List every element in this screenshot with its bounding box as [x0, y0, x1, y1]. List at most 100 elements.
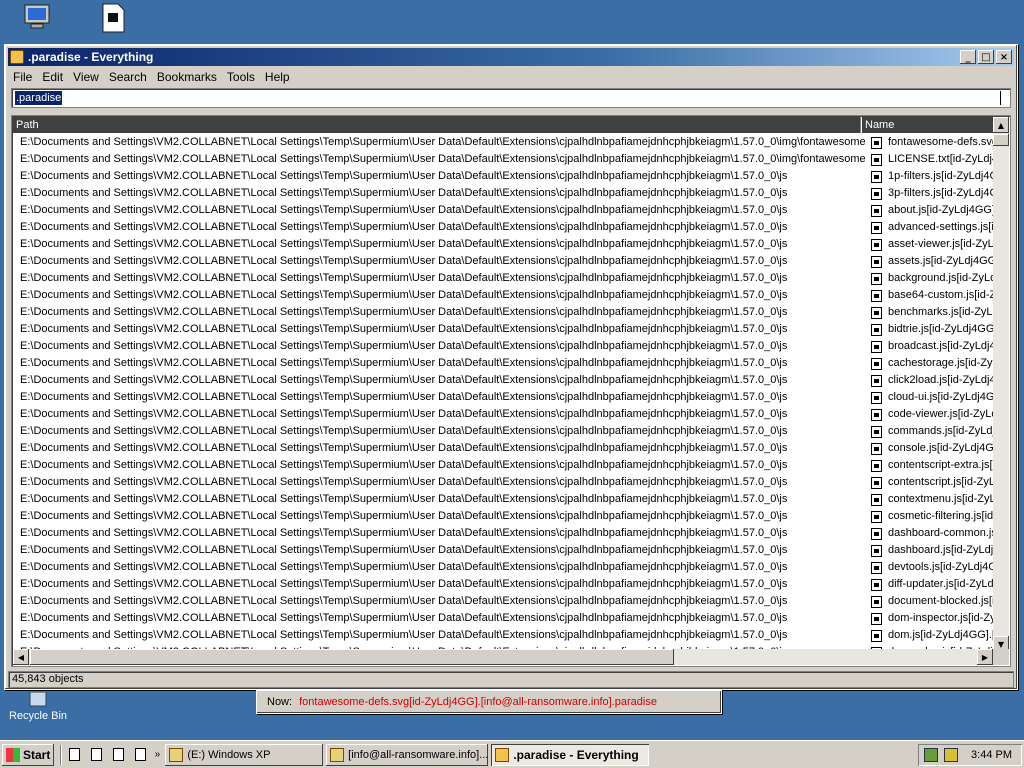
- my-computer-icon: [21, 2, 53, 34]
- quick-launch-document-icon[interactable]: [130, 745, 150, 765]
- table-row[interactable]: E:\Documents and Settings\VM2.COLLABNET\…: [13, 389, 1000, 406]
- row-name: contextmenu.js[id-ZyLdj4: [888, 493, 1000, 505]
- task-label: .paradise - Everything: [513, 747, 639, 762]
- row-name: dom-inspector.js[id-ZyLd: [888, 612, 1000, 624]
- table-row[interactable]: E:\Documents and Settings\VM2.COLLABNET\…: [13, 321, 1000, 338]
- row-name: background.js[id-ZyLdj4: [888, 272, 1000, 284]
- row-path: E:\Documents and Settings\VM2.COLLABNET\…: [20, 289, 788, 301]
- row-name: benchmarks.js[id-ZyLdj4: [888, 306, 1000, 318]
- horizontal-scroll-thumb[interactable]: [30, 649, 674, 665]
- row-path: E:\Documents and Settings\VM2.COLLABNET\…: [20, 323, 788, 335]
- row-name: about.js[id-ZyLdj4GG].[ir: [888, 204, 1000, 216]
- menu-tools[interactable]: Tools: [222, 70, 260, 84]
- system-tray: 3:44 PM: [918, 744, 1022, 766]
- table-row[interactable]: E:\Documents and Settings\VM2.COLLABNET\…: [13, 219, 1000, 236]
- row-path: E:\Documents and Settings\VM2.COLLABNET\…: [20, 629, 788, 641]
- row-name: cachestorage.js[id-ZyLd: [888, 357, 1000, 369]
- status-bar: 45,843 objects: [8, 671, 1014, 688]
- app-icon: [10, 50, 24, 64]
- table-row[interactable]: E:\Documents and Settings\VM2.COLLABNET\…: [13, 491, 1000, 508]
- results-list[interactable]: Path Name E:\Documents and Settings\VM2.…: [11, 115, 1011, 667]
- volume-icon[interactable]: [944, 748, 958, 762]
- row-path: E:\Documents and Settings\VM2.COLLABNET\…: [20, 459, 788, 471]
- column-header-name[interactable]: Name: [862, 117, 996, 133]
- row-name: dashboard-common.js[id: [888, 527, 1000, 539]
- table-row[interactable]: E:\Documents and Settings\VM2.COLLABNET\…: [13, 474, 1000, 491]
- quick-launch-document-icon[interactable]: [64, 745, 84, 765]
- quick-launch-document-icon[interactable]: [108, 745, 128, 765]
- document-icon: [97, 2, 129, 34]
- table-row[interactable]: E:\Documents and Settings\VM2.COLLABNET\…: [13, 525, 1000, 542]
- row-path: E:\Documents and Settings\VM2.COLLABNET\…: [20, 272, 788, 284]
- search-input[interactable]: .paradise: [11, 88, 1011, 108]
- table-row[interactable]: E:\Documents and Settings\VM2.COLLABNET\…: [13, 457, 1000, 474]
- task-label: [info@all-ransomware.info]...: [348, 748, 489, 761]
- table-row[interactable]: E:\Documents and Settings\VM2.COLLABNET\…: [13, 542, 1000, 559]
- scroll-right-icon[interactable]: ▶: [977, 649, 993, 665]
- column-header-path[interactable]: Path: [13, 117, 861, 133]
- table-row[interactable]: E:\Documents and Settings\VM2.COLLABNET\…: [13, 151, 1000, 168]
- table-row[interactable]: E:\Documents and Settings\VM2.COLLABNET\…: [13, 304, 1000, 321]
- table-row[interactable]: E:\Documents and Settings\VM2.COLLABNET\…: [13, 253, 1000, 270]
- everything-window: .paradise - Everything _ □ × File Edit V…: [4, 44, 1018, 690]
- table-row[interactable]: E:\Documents and Settings\VM2.COLLABNET\…: [13, 287, 1000, 304]
- table-row[interactable]: E:\Documents and Settings\VM2.COLLABNET\…: [13, 202, 1000, 219]
- maximize-button[interactable]: □: [978, 50, 994, 64]
- vertical-scrollbar[interactable]: ▲ ▼: [993, 117, 1009, 652]
- quick-launch-overflow-icon[interactable]: »: [152, 745, 162, 765]
- menu-file[interactable]: File: [8, 70, 37, 84]
- desktop-icon-recycle-bin[interactable]: Recycle Bin: [3, 692, 73, 722]
- table-row[interactable]: E:\Documents and Settings\VM2.COLLABNET\…: [13, 355, 1000, 372]
- table-row[interactable]: E:\Documents and Settings\VM2.COLLABNET\…: [13, 627, 1000, 644]
- minimize-button[interactable]: _: [960, 50, 976, 64]
- start-button[interactable]: Start: [2, 744, 54, 766]
- task-windows-xp[interactable]: (E:) Windows XP: [165, 744, 323, 766]
- title-bar[interactable]: .paradise - Everything _ □ ×: [8, 48, 1014, 66]
- task-ransom-note[interactable]: [info@all-ransomware.info]...: [326, 744, 488, 766]
- scroll-up-icon[interactable]: ▲: [993, 117, 1009, 133]
- scroll-left-icon[interactable]: ◀: [13, 649, 29, 665]
- table-row[interactable]: E:\Documents and Settings\VM2.COLLABNET\…: [13, 406, 1000, 423]
- row-path: E:\Documents and Settings\VM2.COLLABNET\…: [20, 204, 788, 216]
- table-row[interactable]: E:\Documents and Settings\VM2.COLLABNET\…: [13, 236, 1000, 253]
- row-path: E:\Documents and Settings\VM2.COLLABNET\…: [20, 612, 788, 624]
- table-row[interactable]: E:\Documents and Settings\VM2.COLLABNET\…: [13, 508, 1000, 525]
- close-button[interactable]: ×: [996, 50, 1012, 64]
- table-row[interactable]: E:\Documents and Settings\VM2.COLLABNET\…: [13, 610, 1000, 627]
- row-name: LICENSE.txt[id-ZyLdj4G: [888, 153, 1000, 165]
- row-path: E:\Documents and Settings\VM2.COLLABNET\…: [20, 255, 788, 267]
- results-rows: E:\Documents and Settings\VM2.COLLABNET\…: [13, 134, 1000, 661]
- task-everything[interactable]: .paradise - Everything: [491, 743, 650, 766]
- table-row[interactable]: E:\Documents and Settings\VM2.COLLABNET\…: [13, 270, 1000, 287]
- vertical-scroll-thumb[interactable]: [993, 134, 1009, 146]
- row-name: commands.js[id-ZyLdj4G: [888, 425, 1000, 437]
- table-row[interactable]: E:\Documents and Settings\VM2.COLLABNET\…: [13, 559, 1000, 576]
- table-row[interactable]: E:\Documents and Settings\VM2.COLLABNET\…: [13, 134, 1000, 151]
- clock[interactable]: 3:44 PM: [971, 749, 1012, 761]
- row-path: E:\Documents and Settings\VM2.COLLABNET\…: [20, 187, 788, 199]
- menu-view[interactable]: View: [68, 70, 104, 84]
- row-path: E:\Documents and Settings\VM2.COLLABNET\…: [20, 391, 788, 403]
- scroll-corner: [993, 649, 1009, 665]
- menu-help[interactable]: Help: [260, 70, 295, 84]
- table-row[interactable]: E:\Documents and Settings\VM2.COLLABNET\…: [13, 440, 1000, 457]
- menu-edit[interactable]: Edit: [37, 70, 68, 84]
- horizontal-scrollbar[interactable]: ◀ ▶: [13, 649, 993, 665]
- table-row[interactable]: E:\Documents and Settings\VM2.COLLABNET\…: [13, 168, 1000, 185]
- row-name: 3p-filters.js[id-ZyLdj4GG]: [888, 187, 1000, 199]
- desktop-icon-document[interactable]: [78, 2, 148, 36]
- network-icon[interactable]: [924, 748, 938, 762]
- table-row[interactable]: E:\Documents and Settings\VM2.COLLABNET\…: [13, 372, 1000, 389]
- desktop-icon-my-computer[interactable]: [2, 2, 72, 36]
- table-row[interactable]: E:\Documents and Settings\VM2.COLLABNET\…: [13, 338, 1000, 355]
- row-path: E:\Documents and Settings\VM2.COLLABNET\…: [20, 340, 788, 352]
- table-row[interactable]: E:\Documents and Settings\VM2.COLLABNET\…: [13, 423, 1000, 440]
- quick-launch-document-icon[interactable]: [86, 745, 106, 765]
- table-row[interactable]: E:\Documents and Settings\VM2.COLLABNET\…: [13, 185, 1000, 202]
- row-name: dashboard.js[id-ZyLdj4G: [888, 544, 1000, 556]
- object-count: 45,843 objects: [12, 673, 84, 685]
- table-row[interactable]: E:\Documents and Settings\VM2.COLLABNET\…: [13, 593, 1000, 610]
- table-row[interactable]: E:\Documents and Settings\VM2.COLLABNET\…: [13, 576, 1000, 593]
- menu-search[interactable]: Search: [104, 70, 152, 84]
- menu-bookmarks[interactable]: Bookmarks: [152, 70, 222, 84]
